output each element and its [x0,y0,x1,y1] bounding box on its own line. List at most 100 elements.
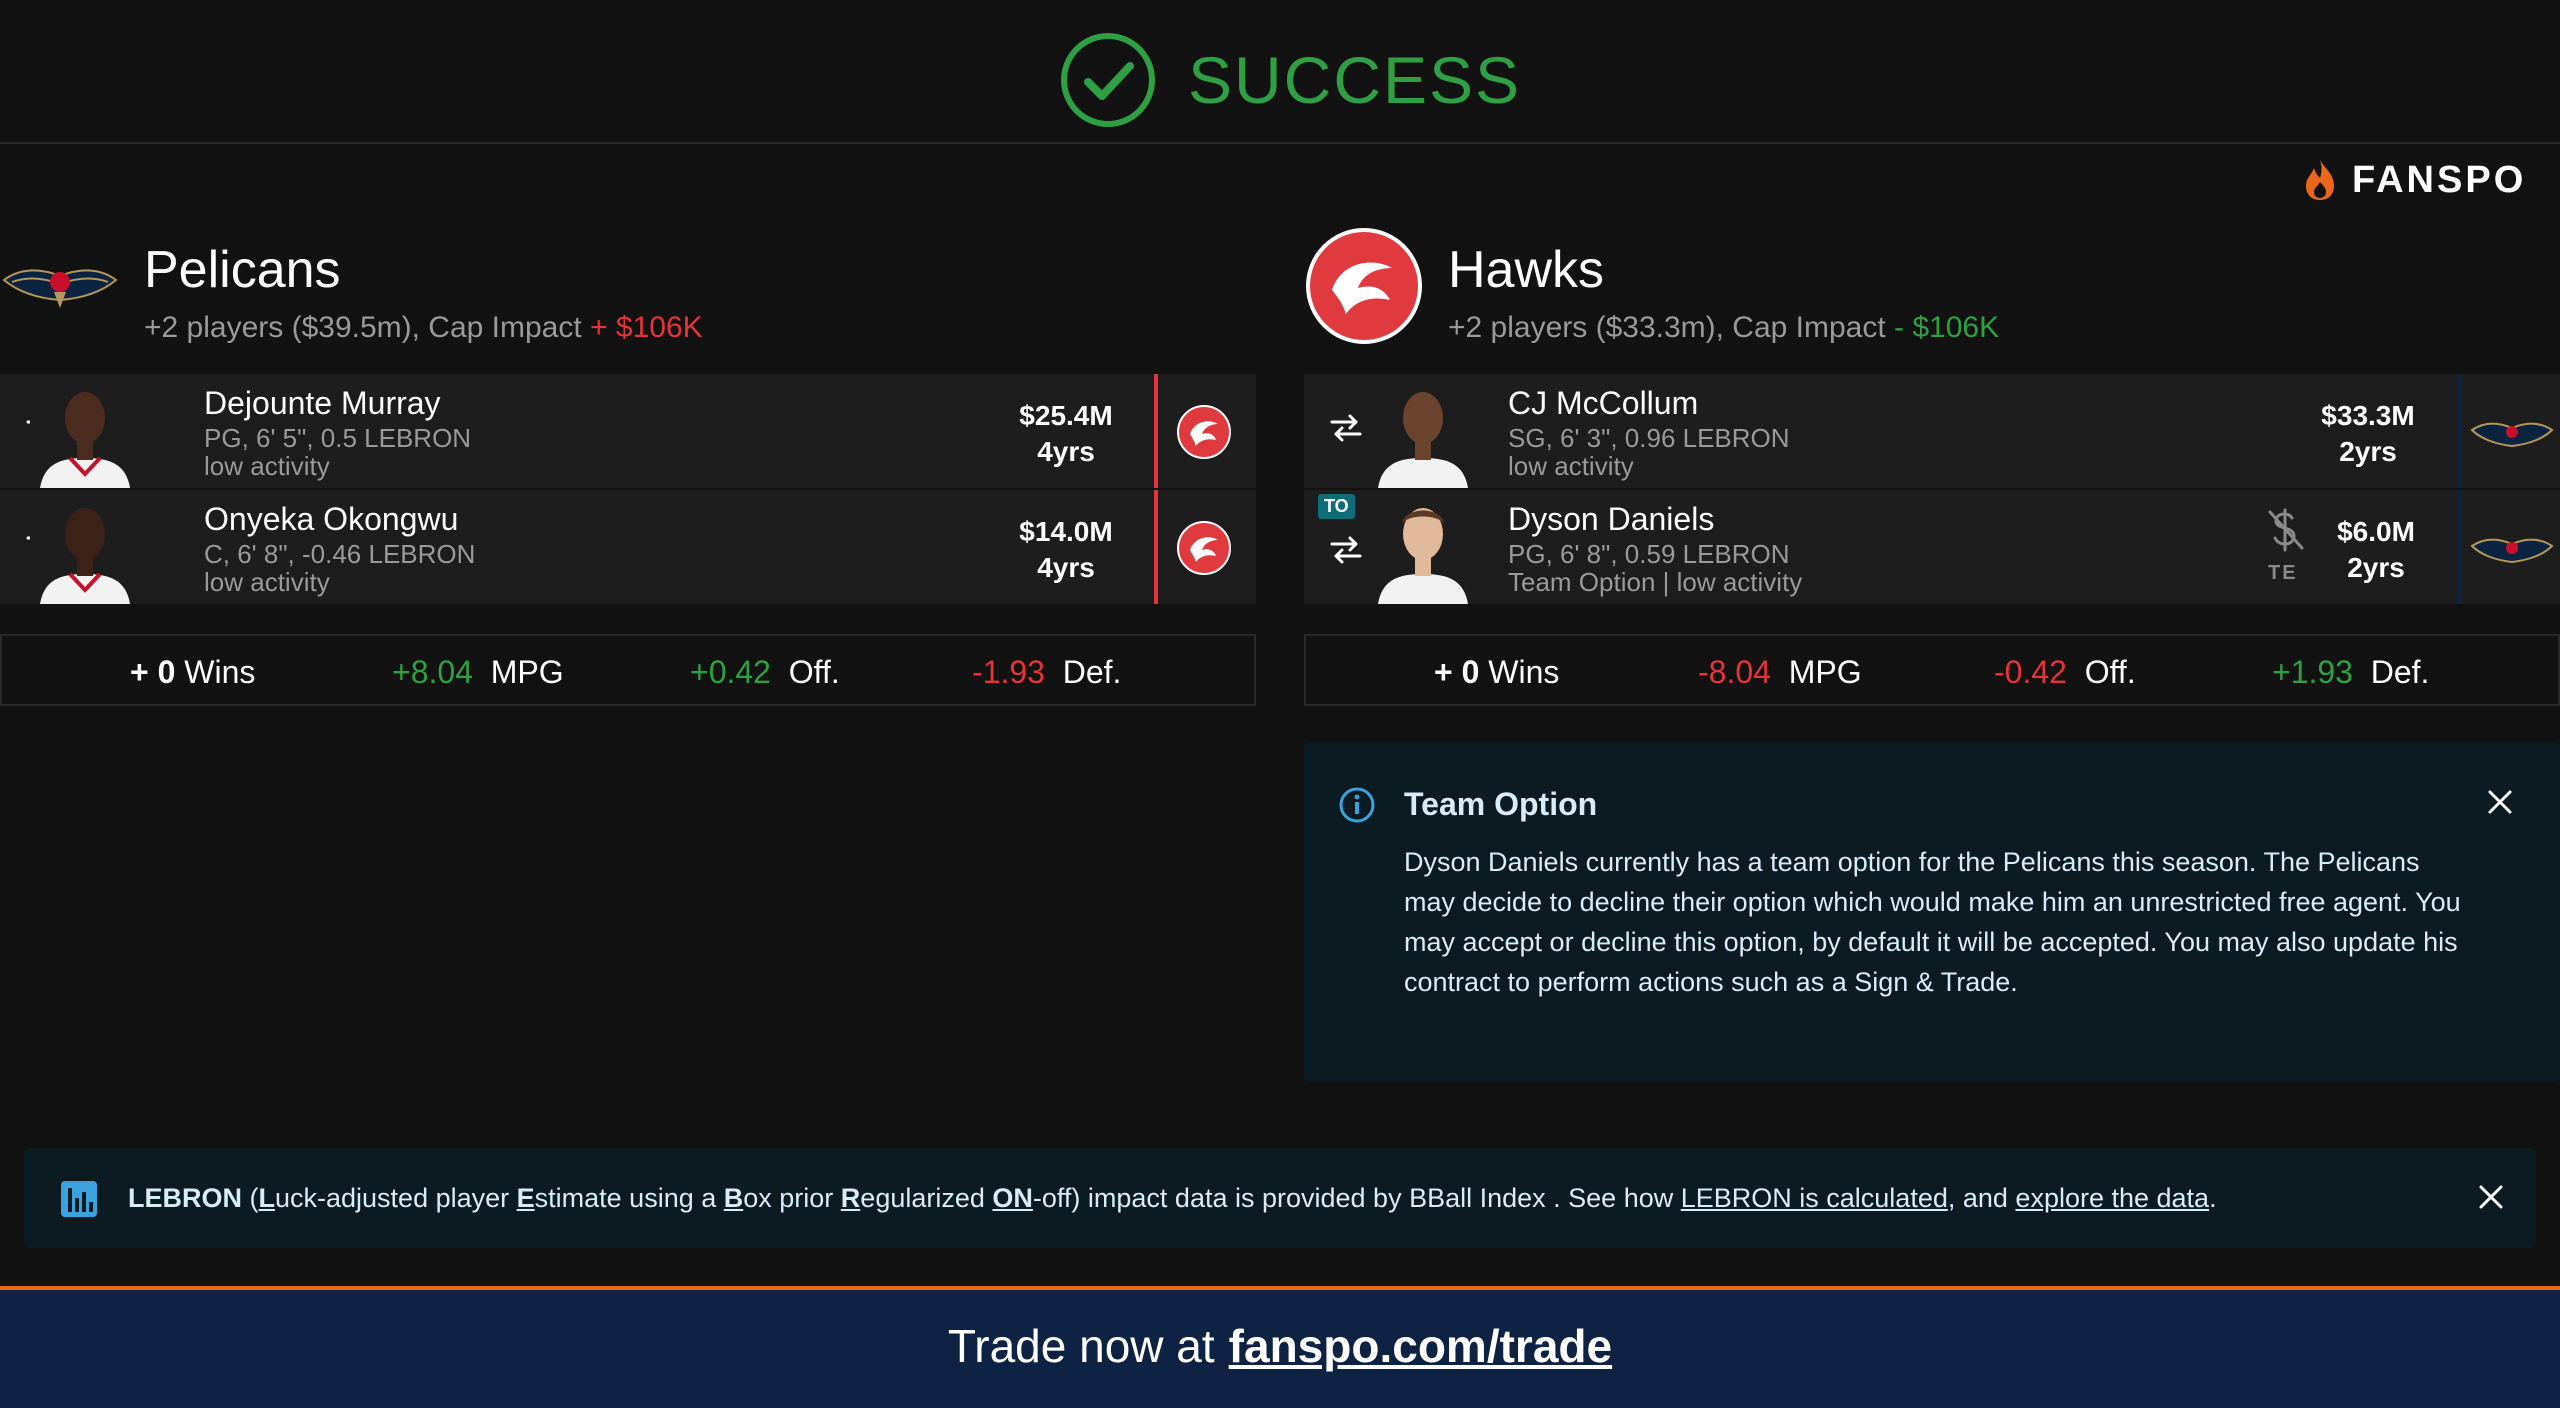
player-card[interactable]: CJ McCollum SG, 6' 3", 0.96 LEBRON low a… [1304,374,2560,488]
player-name[interactable]: Dejounte Murray [204,384,441,422]
off-label: Off. [788,654,840,690]
trade-impact-stats: + 0 Wins +8.04 MPG +0.42 Off. -1.93 Def. [0,634,1256,706]
footer-cta: Trade now at fanspo.com/trade [0,1318,2560,1374]
destination-divider [1154,490,1158,604]
explore-data-link[interactable]: explore the data [2015,1183,2209,1213]
mpg-value: +8.04 [392,654,473,690]
success-title: SUCCESS [1188,43,1522,117]
wins-stat: + 0 Wins [130,652,255,692]
wins-label: Wins [1488,654,1560,690]
text-segment: . [2209,1183,2217,1213]
footer-prefix: Trade now at [947,1320,1215,1372]
pelicans-mini-logo [2470,538,2554,564]
trade-link[interactable]: fanspo.com/trade [1229,1320,1612,1372]
player-salary: $6.0M [2337,516,2415,547]
player-info: SG, 6' 3", 0.96 LEBRON [1508,423,1790,453]
close-icon[interactable] [2476,1182,2506,1212]
no-money-icon [2268,508,2304,552]
info-icon [1339,787,1375,823]
acronym-letter: L [258,1183,276,1213]
player-card[interactable]: TO Dyson Daniels PG, 6' 8", 0.59 LEBRON … [1304,490,2560,604]
pelicans-mini-logo [2470,422,2554,448]
hawks-mini-logo [1177,521,1231,575]
player-card[interactable]: Dejounte Murray PG, 6' 5", 0.5 LEBRON lo… [0,374,1256,488]
def-stat: -1.93 Def. [972,652,1121,692]
def-value: +1.93 [2272,654,2353,690]
trade-impact-stats: + 0 Wins -8.04 MPG -0.42 Off. +1.93 Def. [1304,634,2560,706]
player-photo [1368,378,1478,488]
def-label: Def. [1062,654,1122,690]
check-circle-icon [1061,33,1155,127]
mpg-label: MPG [490,654,564,690]
cap-impact: - $106K [1894,311,2000,344]
player-name[interactable]: CJ McCollum [1508,384,1698,422]
player-years: 4yrs [1037,552,1095,583]
wins-value: + 0 [130,654,176,690]
lebron-info-text: LEBRON (Luck-adjusted player Estimate us… [128,1180,2217,1216]
player-status: low activity [204,567,330,597]
destination-divider [2458,490,2462,604]
player-salary: $14.0M [1019,516,1113,547]
acronym-letter: B [723,1183,744,1213]
te-label: TE [2268,562,2298,584]
off-value: -0.42 [1994,654,2067,690]
off-value: +0.42 [690,654,771,690]
flame-icon [2306,160,2334,200]
player-status: Team Option | low activity [1508,567,1803,597]
player-info: C, 6' 8", -0.46 LEBRON [204,539,476,569]
close-icon[interactable] [2484,786,2516,818]
player-name[interactable]: Onyeka Okongwu [204,500,458,538]
mpg-label: MPG [1788,654,1862,690]
off-label: Off. [2084,654,2136,690]
cap-impact: + $106K [590,311,703,344]
text-segment: ( [242,1183,259,1213]
fanspo-logo: FANSPO [2300,158,2526,202]
team-summary: +2 players ($33.3m), Cap Impact - $106K [1448,308,1999,348]
destination-divider [1154,374,1158,488]
player-photo [30,378,140,488]
player-years: 2yrs [2339,436,2397,467]
off-stat: -0.42 Off. [1994,652,2136,692]
team-summary-text: +2 players ($39.5m), Cap Impact [144,311,591,344]
text-segment: ox prior [743,1183,841,1213]
pelicans-logo [2,269,118,308]
team-name: Hawks [1448,241,1605,299]
player-info: PG, 6' 8", 0.59 LEBRON [1508,539,1790,569]
player-salary: $25.4M [1019,400,1113,431]
swap-icon[interactable] [1326,408,1366,448]
text-segment: uck-adjusted player [275,1183,517,1213]
alert-body: Dyson Daniels currently has a team optio… [1404,847,2461,997]
wins-value: + 0 [1434,654,1480,690]
text-segment: , and [1947,1183,2016,1213]
player-name[interactable]: Dyson Daniels [1508,500,1714,538]
destination-divider [2458,374,2462,488]
swap-icon[interactable] [1326,530,1366,570]
lebron-calculated-link[interactable]: LEBRON is calculated [1681,1183,1948,1213]
def-stat: +1.93 Def. [2272,652,2429,692]
player-years: 4yrs [1037,436,1095,467]
player-info: PG, 6' 5", 0.5 LEBRON [204,423,472,453]
wins-stat: + 0 Wins [1434,652,1559,692]
team-option-badge: TO [1318,494,1355,519]
team-summary: +2 players ($39.5m), Cap Impact + $106K [144,308,703,348]
def-value: -1.93 [972,654,1045,690]
brand-name: FANSPO [2352,158,2527,201]
player-years: 2yrs [2347,552,2405,583]
acronym-letter: E [516,1183,535,1213]
wins-label: Wins [184,654,256,690]
text-segment: egularized [860,1183,993,1213]
team-name: Pelicans [144,241,341,299]
player-photo [1368,494,1478,604]
player-card[interactable]: Onyeka Okongwu C, 6' 8", -0.46 LEBRON lo… [0,490,1256,604]
text-segment: -off) impact data is provided by BBall I… [1032,1183,1681,1213]
alert-title: Team Option [1404,786,1598,822]
mpg-value: -8.04 [1698,654,1771,690]
acronym-letter: R [840,1183,861,1213]
off-stat: +0.42 Off. [690,652,840,692]
acronym-letter: ON [992,1183,1033,1213]
lebron-key: LEBRON [128,1183,242,1213]
player-photo [30,494,140,604]
hawks-logo [1306,228,1422,344]
def-label: Def. [2370,654,2430,690]
team-summary-text: +2 players ($33.3m), Cap Impact [1448,311,1895,344]
